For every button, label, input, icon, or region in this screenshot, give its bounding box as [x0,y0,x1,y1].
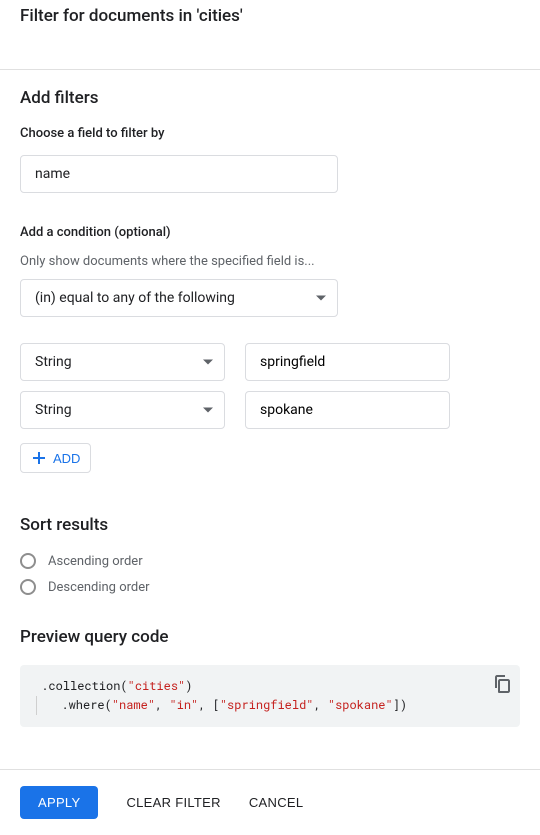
add-filters-heading: Add filters [20,88,520,108]
type-select[interactable]: String [20,391,225,429]
cancel-button[interactable]: CANCEL [249,795,304,810]
plus-icon [31,450,47,466]
radio-descending[interactable]: Descending order [20,579,520,595]
condition-row: String [20,391,520,429]
apply-button[interactable]: APPLY [20,786,98,819]
condition-help-text: Only show documents where the specified … [20,254,520,269]
field-label: Choose a field to filter by [20,126,520,141]
field-input[interactable] [20,155,338,193]
radio-ascending-label: Ascending order [48,554,143,569]
value-input[interactable] [245,391,450,429]
code-preview: .collection("cities") .where("name", "in… [20,665,520,727]
copy-icon[interactable] [494,675,510,699]
type-value: String [35,354,72,370]
condition-label: Add a condition (optional) [20,225,520,240]
dialog-title: Filter for documents in 'cities' [0,0,540,41]
preview-heading: Preview query code [20,627,520,647]
dialog-footer: APPLY CLEAR FILTER CANCEL [0,769,540,835]
radio-ascending[interactable]: Ascending order [20,553,520,569]
radio-icon [20,553,36,569]
type-value: String [35,402,72,418]
add-condition-button[interactable]: ADD [20,443,91,473]
sort-heading: Sort results [20,515,520,535]
clear-filter-button[interactable]: CLEAR FILTER [126,795,220,810]
radio-icon [20,579,36,595]
condition-row: String [20,343,520,381]
radio-descending-label: Descending order [48,580,150,595]
value-input[interactable] [245,343,450,381]
condition-selected-value: (in) equal to any of the following [35,290,235,306]
condition-select[interactable]: (in) equal to any of the following [20,279,338,317]
add-button-label: ADD [53,451,80,466]
type-select[interactable]: String [20,343,225,381]
